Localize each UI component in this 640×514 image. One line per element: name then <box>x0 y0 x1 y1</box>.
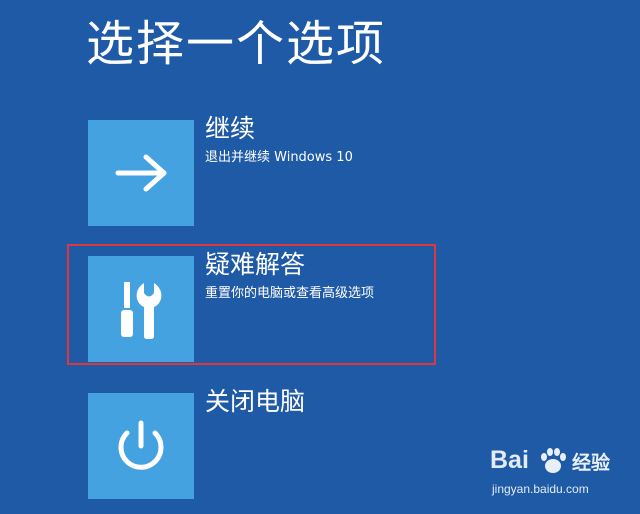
watermark: Bai 经验 jingyan.baidu.com <box>490 446 630 506</box>
option-shutdown-title[interactable]: 关闭电脑 <box>205 386 305 418</box>
highlight-frame <box>67 244 436 365</box>
power-icon <box>118 420 164 470</box>
arrow-right-icon <box>115 154 167 192</box>
shutdown-tile[interactable] <box>88 393 194 499</box>
option-continue[interactable]: 继续 退出并继续 Windows 10 <box>88 114 448 228</box>
watermark-logo-text: Bai <box>490 446 529 474</box>
option-continue-title[interactable]: 继续 <box>205 113 255 145</box>
option-shutdown[interactable]: 关闭电脑 <box>88 387 448 501</box>
option-continue-description: 退出并继续 Windows 10 <box>205 150 353 165</box>
watermark-cn-text: 经验 <box>572 452 611 474</box>
page-title: 选择一个选项 <box>86 16 387 72</box>
continue-tile[interactable] <box>88 120 194 226</box>
watermark-url: jingyan.baidu.com <box>492 482 589 496</box>
paw-icon <box>541 448 566 473</box>
